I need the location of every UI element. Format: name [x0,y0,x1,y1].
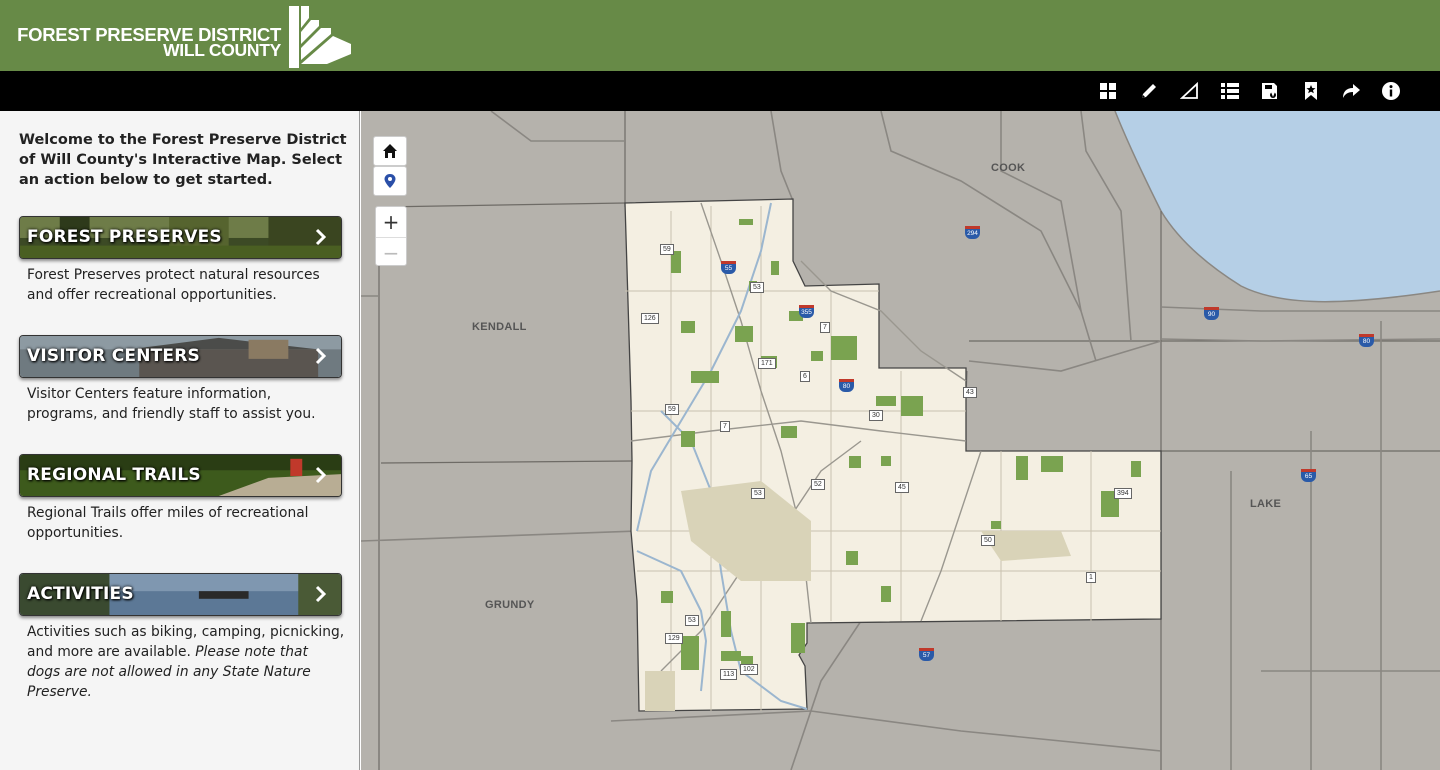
route-shield: 394 [1114,488,1132,499]
forest-preserves-button[interactable]: FOREST PRESERVES [19,216,342,259]
visitor-centers-description: Visitor Centers feature information, pro… [27,386,316,422]
app-header: FOREST PRESERVE DISTRICT WILL COUNTY [0,0,1440,71]
bookmark-icon[interactable] [1299,79,1323,103]
route-shield: 53 [751,488,765,499]
regional-trails-button[interactable]: REGIONAL TRAILS [19,454,342,497]
forest-preserves-description: Forest Preserves protect natural resourc… [27,267,320,303]
home-icon [383,144,397,158]
route-shield: 59 [660,244,674,255]
county-label-cook: COOK [991,162,1026,174]
interstate-shield: 55 [721,261,736,274]
visitor-centers-button[interactable]: VISITOR CENTERS [19,335,342,378]
sidebar-panel: Welcome to the Forest Preserve District … [0,111,360,770]
route-shield: 102 [740,664,758,675]
draw-icon[interactable] [1137,79,1161,103]
locate-button[interactable] [373,166,407,196]
route-shield: 53 [750,282,764,293]
zoom-out-button[interactable]: − [376,237,406,267]
activities-button[interactable]: ACTIVITIES [19,573,342,616]
interstate-shield: 355 [799,305,814,318]
route-shield: 45 [895,482,909,493]
basemap [361,111,1440,770]
route-shield: 6 [800,371,810,382]
save-icon[interactable] [1258,79,1282,103]
location-pin-icon [384,174,396,188]
activities-label: ACTIVITIES [27,584,134,604]
route-shield: 30 [869,410,883,421]
welcome-text: Welcome to the Forest Preserve District … [19,132,347,188]
district-logo[interactable]: FOREST PRESERVE DISTRICT WILL COUNTY [15,6,360,68]
interstate-shield: 294 [965,226,980,239]
tree-logo-icon [289,6,351,68]
route-shield: 59 [665,404,679,415]
route-shield: 52 [811,479,825,490]
zoom-control: + − [375,206,407,266]
basemap-gallery-icon[interactable] [1096,79,1120,103]
interstate-shield: 65 [1301,469,1316,482]
measure-icon[interactable] [1178,79,1202,103]
activities-description: Activities such as biking, camping, picn… [27,622,345,702]
chevron-right-icon [315,228,327,246]
home-button[interactable] [373,136,407,166]
county-label-grundy: GRUNDY [485,599,535,611]
layer-list-icon[interactable] [1218,79,1242,103]
regional-trails-description: Regional Trails offer miles of recreatio… [27,505,309,541]
route-shield: 171 [758,358,776,369]
zoom-in-button[interactable]: + [376,207,406,237]
route-shield: 129 [665,633,683,644]
route-shield: 1 [1086,572,1096,583]
county-label-lake: LAKE [1250,498,1282,510]
interstate-shield: 80 [1359,334,1374,347]
info-icon[interactable] [1379,79,1403,103]
route-shield: 43 [963,387,977,398]
chevron-right-icon [315,466,327,484]
route-shield: 53 [685,615,699,626]
share-icon[interactable] [1339,79,1363,103]
logo-line-2: WILL COUNTY [163,40,281,60]
route-shield: 7 [820,322,830,333]
route-shield: 126 [641,313,659,324]
interstate-shield: 90 [1204,307,1219,320]
regional-trails-label: REGIONAL TRAILS [27,465,201,485]
route-shield: 7 [720,421,730,432]
route-shield: 50 [981,535,995,546]
visitor-centers-label: VISITOR CENTERS [27,346,200,366]
interstate-shield: 80 [839,379,854,392]
chevron-right-icon [315,585,327,603]
toolbar [0,71,1440,111]
county-label-kendall: KENDALL [472,321,527,333]
map-view[interactable]: COOK KENDALL GRUNDY LAKE 59 55 53 126 35… [361,111,1440,770]
interstate-shield: 57 [919,648,934,661]
chevron-right-icon [315,347,327,365]
forest-preserves-label: FOREST PRESERVES [27,227,222,247]
route-shield: 113 [720,669,738,680]
